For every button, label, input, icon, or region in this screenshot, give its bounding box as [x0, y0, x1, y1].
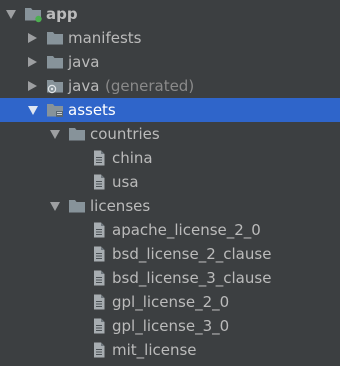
file-icon	[90, 149, 108, 167]
tree-item-label: app	[46, 5, 78, 23]
tree-item-label: countries	[90, 125, 160, 143]
tree-item-apache-license-2-0[interactable]: apache_license_2_0	[0, 218, 340, 242]
folder-icon	[46, 29, 64, 47]
assets-folder-icon	[46, 101, 64, 119]
tree-item-gpl-license-3-0[interactable]: gpl_license_3_0	[0, 314, 340, 338]
tree-item-licenses[interactable]: licenses	[0, 194, 340, 218]
tree-item-label: assets	[68, 101, 116, 119]
tree-item-gpl-license-2-0[interactable]: gpl_license_2_0	[0, 290, 340, 314]
tree-item-label: java	[68, 77, 100, 95]
tree-item-label: bsd_license_3_clause	[112, 269, 272, 287]
chevron-right-icon[interactable]	[28, 33, 37, 43]
tree-item-mit-license[interactable]: mit_license	[0, 338, 340, 362]
tree-item-usa[interactable]: usa	[0, 170, 340, 194]
tree-item-china[interactable]: china	[0, 146, 340, 170]
chevron-down-icon[interactable]	[28, 106, 38, 115]
tree-item-manifests[interactable]: manifests	[0, 26, 340, 50]
file-icon	[90, 221, 108, 239]
tree-item-label: mit_license	[112, 341, 197, 359]
chevron-right-icon[interactable]	[28, 57, 37, 67]
tree-item-label: apache_license_2_0	[112, 221, 261, 239]
tree-item-label: bsd_license_2_clause	[112, 245, 272, 263]
file-icon	[90, 293, 108, 311]
chevron-right-icon[interactable]	[28, 81, 37, 91]
tree-item-label: gpl_license_3_0	[112, 317, 230, 335]
file-icon	[90, 341, 108, 359]
generated-suffix: (generated)	[105, 77, 195, 95]
tree-item-countries[interactable]: countries	[0, 122, 340, 146]
tree-item-java[interactable]: java	[0, 50, 340, 74]
chevron-down-icon[interactable]	[50, 130, 60, 139]
tree-item-label: licenses	[90, 197, 151, 215]
project-tree: app manifests java java (generated) assets cou…	[0, 0, 340, 365]
chevron-down-icon[interactable]	[6, 10, 16, 19]
tree-item-label: gpl_license_2_0	[112, 293, 230, 311]
file-icon	[90, 269, 108, 287]
tree-item-java-generated[interactable]: java (generated)	[0, 74, 340, 98]
tree-item-label: java	[68, 53, 100, 71]
chevron-down-icon[interactable]	[50, 202, 60, 211]
folder-icon	[46, 53, 64, 71]
tree-item-bsd-license-2-clause[interactable]: bsd_license_2_clause	[0, 242, 340, 266]
file-icon	[90, 173, 108, 191]
tree-item-label: usa	[112, 173, 139, 191]
folder-icon	[68, 197, 86, 215]
tree-item-bsd-license-3-clause[interactable]: bsd_license_3_clause	[0, 266, 340, 290]
folder-icon	[68, 125, 86, 143]
generated-folder-icon	[46, 77, 64, 95]
module-folder-icon	[24, 5, 42, 23]
file-icon	[90, 245, 108, 263]
tree-item-label: manifests	[68, 29, 142, 47]
tree-item-label: china	[112, 149, 153, 167]
file-icon	[90, 317, 108, 335]
tree-item-app[interactable]: app	[0, 2, 340, 26]
tree-item-assets[interactable]: assets	[0, 98, 340, 122]
